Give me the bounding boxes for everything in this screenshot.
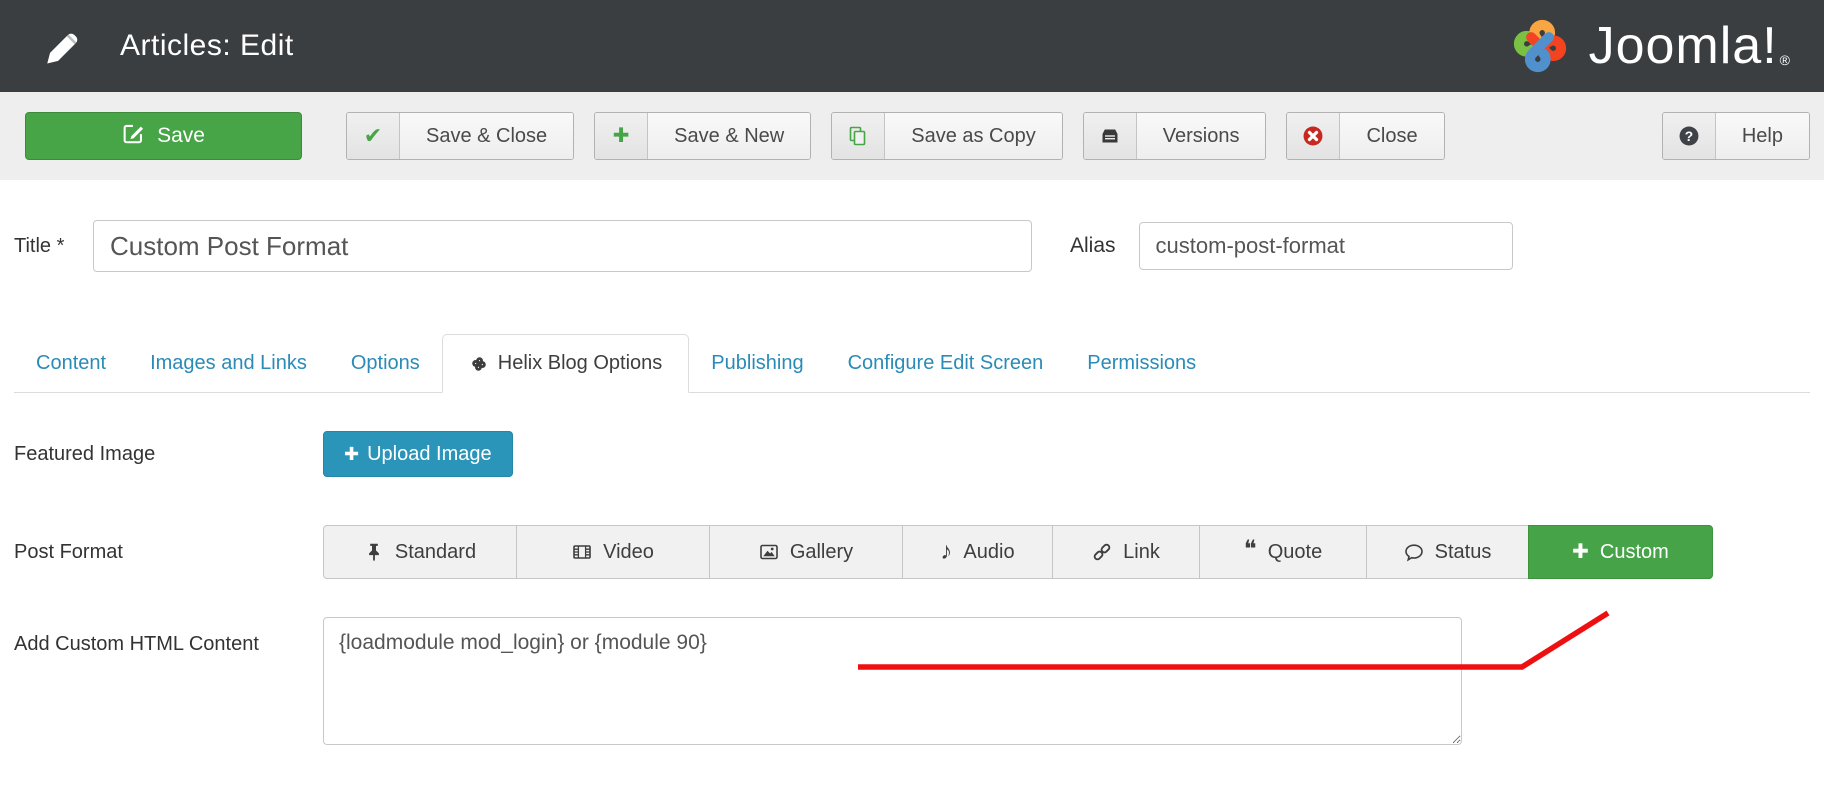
title-input[interactable] xyxy=(93,220,1032,272)
post-format-video-button[interactable]: Video xyxy=(516,525,710,579)
title-label: Title * xyxy=(14,235,93,258)
post-format-gallery-button[interactable]: Gallery xyxy=(709,525,903,579)
question-circle-icon: ? xyxy=(1663,113,1716,159)
custom-html-label: Add Custom HTML Content xyxy=(14,617,323,656)
page-title: Articles: Edit xyxy=(120,29,294,63)
versions-label: Versions xyxy=(1137,113,1266,159)
film-icon xyxy=(572,542,592,562)
plus-icon: ✚ xyxy=(344,445,359,463)
alias-label: Alias xyxy=(1070,234,1116,258)
custom-html-textarea[interactable]: {loadmodule mod_login} or {module 90} xyxy=(323,617,1462,745)
close-label: Close xyxy=(1340,113,1443,159)
save-button[interactable]: Save xyxy=(25,112,302,160)
picture-icon xyxy=(759,542,779,562)
post-format-link-button[interactable]: Link xyxy=(1052,525,1200,579)
tab-content[interactable]: Content xyxy=(14,335,128,392)
save-and-close-button[interactable]: ✔ Save & Close xyxy=(346,112,574,160)
save-as-copy-label: Save as Copy xyxy=(885,113,1062,159)
help-button[interactable]: ? Help xyxy=(1662,112,1810,160)
joomla-logo-text: Joomla! xyxy=(1589,16,1778,76)
post-format-button-group: Standard Video Gallery ♪ Audio xyxy=(323,525,1713,579)
pushpin-icon xyxy=(364,542,384,562)
upload-image-label: Upload Image xyxy=(367,443,492,466)
tab-permissions[interactable]: Permissions xyxy=(1065,335,1218,392)
tab-images-and-links[interactable]: Images and Links xyxy=(128,335,329,392)
plus-icon: ✚ xyxy=(595,113,648,159)
svg-text:?: ? xyxy=(1685,129,1693,144)
save-as-copy-button[interactable]: Save as Copy xyxy=(831,112,1063,160)
post-format-standard-button[interactable]: Standard xyxy=(323,525,517,579)
edit-tabs: Content Images and Links Options Helix B… xyxy=(14,334,1810,393)
pencil-icon xyxy=(42,25,84,67)
close-circle-icon xyxy=(1287,113,1340,159)
save-and-close-label: Save & Close xyxy=(400,113,573,159)
upload-image-button[interactable]: ✚ Upload Image xyxy=(323,431,513,477)
post-format-custom-button[interactable]: ✚ Custom xyxy=(1528,525,1713,579)
alias-input[interactable] xyxy=(1139,222,1513,270)
music-note-icon: ♪ xyxy=(940,540,952,564)
joomla-logo-mark xyxy=(1501,7,1579,85)
post-format-status-button[interactable]: Status xyxy=(1366,525,1529,579)
post-format-quote-button[interactable]: ❝ Quote xyxy=(1199,525,1367,579)
registered-mark: ® xyxy=(1780,52,1790,68)
page-header: Articles: Edit Joomla!® xyxy=(0,0,1824,92)
versions-button[interactable]: Versions xyxy=(1083,112,1267,160)
speech-bubble-icon xyxy=(1404,542,1424,562)
chain-link-icon xyxy=(1092,542,1112,562)
featured-image-row: Featured Image ✚ Upload Image xyxy=(14,431,1810,477)
tab-options[interactable]: Options xyxy=(329,335,442,392)
archive-icon xyxy=(1084,113,1137,159)
custom-html-row: Add Custom HTML Content {loadmodule mod_… xyxy=(14,617,1810,745)
helix-joomla-icon xyxy=(469,354,489,374)
save-and-new-button[interactable]: ✚ Save & New xyxy=(594,112,811,160)
tab-helix-blog-options[interactable]: Helix Blog Options xyxy=(442,334,690,393)
joomla-logo: Joomla!® xyxy=(1501,0,1790,92)
plus-icon: ✚ xyxy=(1572,542,1589,562)
tab-helix-blog-options-label: Helix Blog Options xyxy=(498,352,663,375)
title-alias-row: Title * Alias xyxy=(14,220,1810,272)
articles-edit-page: Articles: Edit Joomla!® Save ✔ Save & Cl… xyxy=(0,0,1824,786)
check-icon: ✔ xyxy=(347,113,400,159)
featured-image-label: Featured Image xyxy=(14,443,323,466)
post-format-audio-button[interactable]: ♪ Audio xyxy=(902,525,1053,579)
copy-icon xyxy=(832,113,885,159)
help-label: Help xyxy=(1716,113,1809,159)
post-format-row: Post Format Standard Video xyxy=(14,525,1810,579)
save-and-new-label: Save & New xyxy=(648,113,810,159)
tab-configure-edit-screen[interactable]: Configure Edit Screen xyxy=(826,335,1066,392)
save-edit-icon xyxy=(122,122,145,151)
post-format-label: Post Format xyxy=(14,541,323,564)
close-button[interactable]: Close xyxy=(1286,112,1444,160)
save-button-label: Save xyxy=(157,124,205,148)
quote-icon: ❝ xyxy=(1244,538,1257,562)
toolbar: Save ✔ Save & Close ✚ Save & New Save as… xyxy=(0,92,1824,180)
tab-publishing[interactable]: Publishing xyxy=(689,335,825,392)
